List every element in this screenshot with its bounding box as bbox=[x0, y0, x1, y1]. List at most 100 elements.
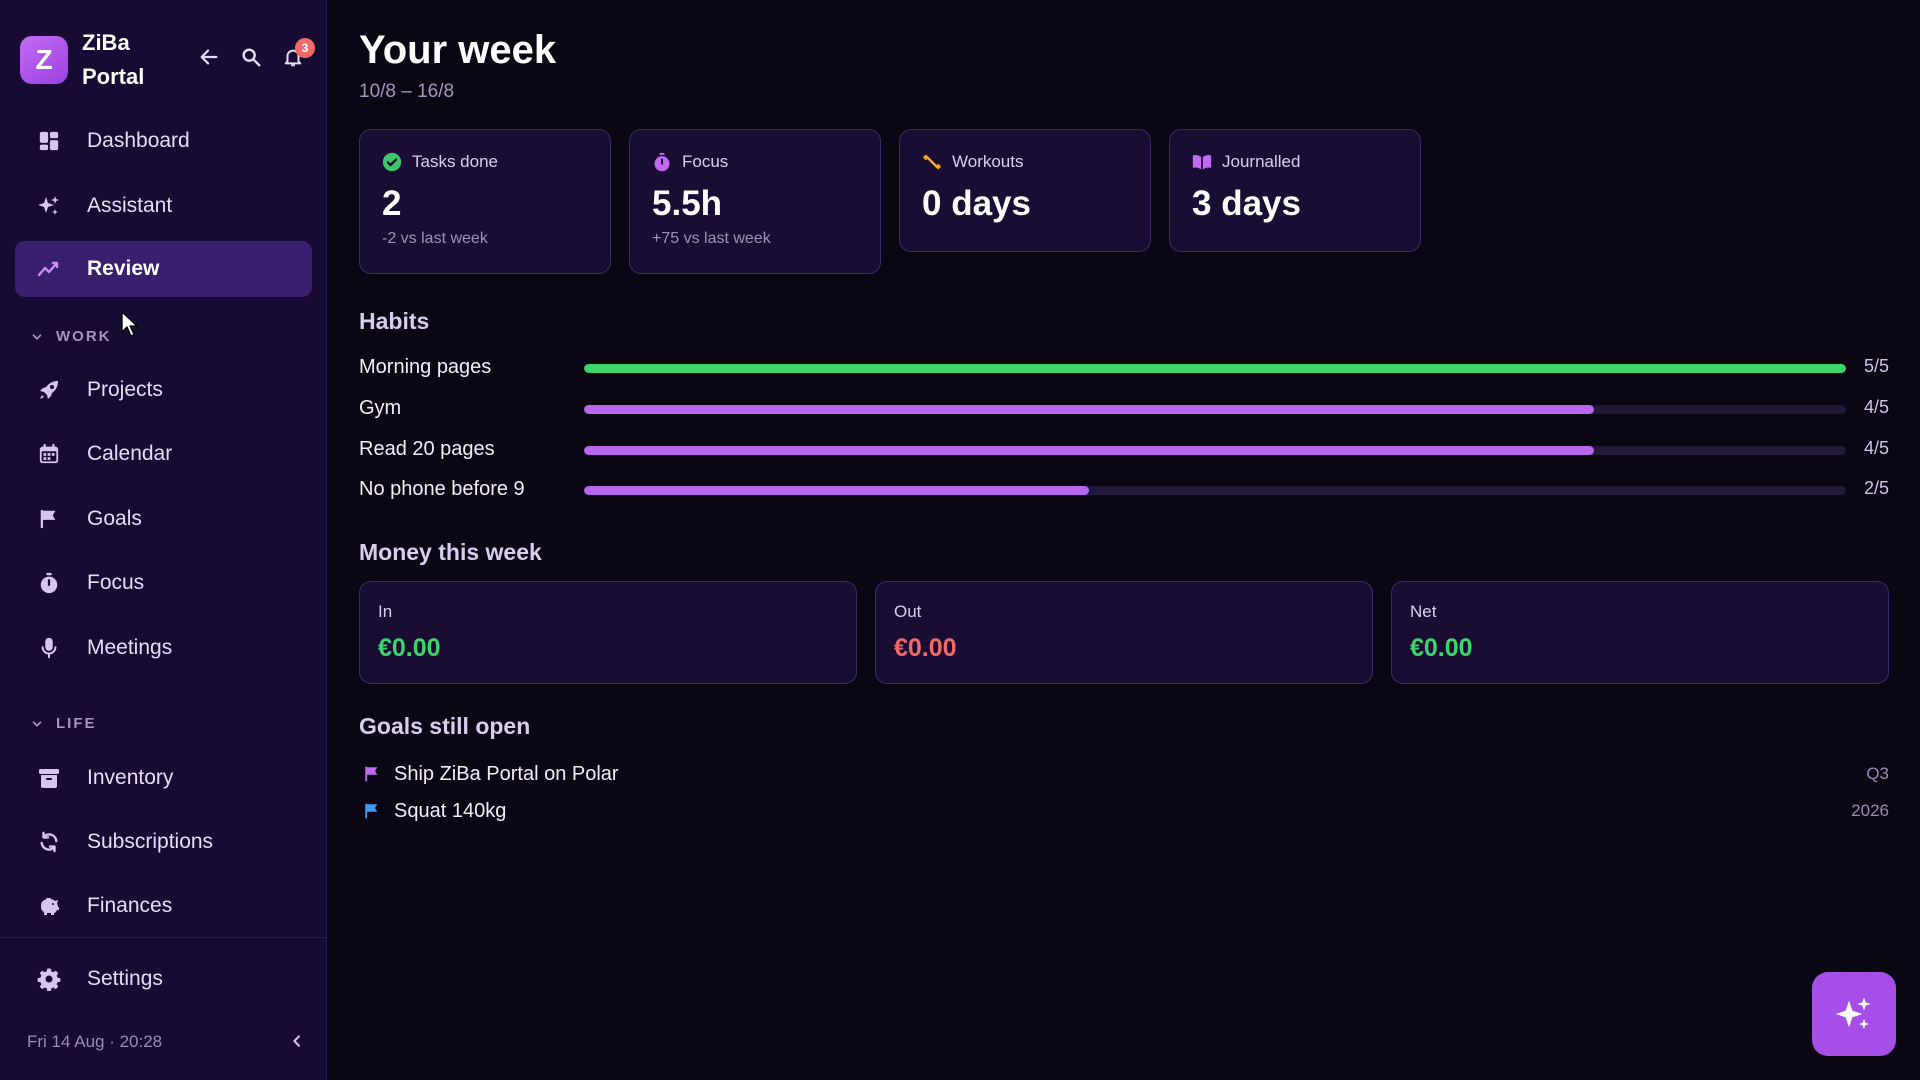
stat-value: 2 bbox=[382, 184, 402, 223]
goal-deadline: Q3 bbox=[1866, 764, 1889, 783]
money-value: €0.00 bbox=[1410, 634, 1473, 662]
bell-icon[interactable]: 3 bbox=[280, 38, 315, 70]
stat-value: 0 days bbox=[922, 184, 1031, 223]
microphone-icon bbox=[36, 635, 62, 661]
sidebar-item-label: Calendar bbox=[87, 442, 173, 465]
money-card-in: In €0.00 bbox=[359, 581, 857, 684]
trend-icon bbox=[36, 256, 62, 282]
dumbbell-icon bbox=[922, 152, 942, 172]
app-name: ZiBa Portal bbox=[82, 30, 145, 89]
sidebar-divider bbox=[0, 937, 327, 938]
sidebar-item-label: Inventory bbox=[87, 766, 174, 789]
goal-item[interactable]: Ship ZiBa Portal on Polar Q3 bbox=[359, 759, 1889, 789]
back-arrow-icon[interactable] bbox=[196, 44, 222, 70]
money-value: €0.00 bbox=[894, 634, 957, 662]
sidebar-item-calendar[interactable]: Calendar bbox=[15, 426, 312, 482]
flag-icon bbox=[362, 764, 382, 784]
sidebar-item-dashboard[interactable]: Dashboard bbox=[15, 113, 312, 169]
current-datetime: Fri 14 Aug · 20:28 bbox=[27, 1032, 163, 1051]
dashboard-icon bbox=[36, 128, 62, 154]
calendar-icon bbox=[36, 441, 62, 467]
gear-icon bbox=[36, 966, 62, 992]
money-card-net: Net €0.00 bbox=[1391, 581, 1889, 684]
sidebar-item-label: Goals bbox=[87, 507, 142, 530]
sidebar-item-label: Projects bbox=[87, 378, 163, 401]
stat-label: Focus bbox=[682, 152, 729, 171]
habit-row: Morning pages 5/5 bbox=[359, 354, 1889, 384]
book-icon bbox=[1192, 152, 1212, 172]
sidebar-item-label: Meetings bbox=[87, 636, 173, 659]
sidebar-item-projects[interactable]: Projects bbox=[15, 362, 312, 418]
habit-progress-fill bbox=[584, 446, 1594, 455]
chevron-left-icon bbox=[289, 1033, 305, 1049]
sidebar-item-label: Assistant bbox=[87, 194, 173, 217]
section-toggle-work[interactable]: WORK bbox=[30, 328, 112, 345]
sidebar-item-label: Focus bbox=[87, 571, 145, 594]
main-content: Your week 10/8 – 16/8 Tasks done 2 -2 vs… bbox=[359, 0, 1889, 1080]
habit-progress-track bbox=[584, 446, 1846, 455]
sidebar-item-assistant[interactable]: Assistant bbox=[15, 178, 312, 234]
sidebar-item-goals[interactable]: Goals bbox=[15, 491, 312, 547]
goal-deadline: 2026 bbox=[1851, 801, 1889, 820]
sidebar-item-finances[interactable]: Finances bbox=[15, 878, 312, 934]
stat-card-focus: Focus 5.5h +75 vs last week bbox=[629, 129, 881, 274]
section-label-life: LIFE bbox=[56, 715, 97, 732]
app-logo[interactable]: Z bbox=[20, 36, 68, 84]
section-label-work: WORK bbox=[56, 328, 112, 345]
money-label: Out bbox=[894, 602, 922, 621]
search-icon[interactable] bbox=[238, 44, 264, 70]
habit-name: Morning pages bbox=[359, 356, 492, 378]
goal-title: Ship ZiBa Portal on Polar bbox=[394, 762, 619, 785]
habit-count: 4/5 bbox=[1863, 397, 1889, 417]
sparkles-icon bbox=[1834, 994, 1874, 1034]
stat-card-tasks: Tasks done 2 -2 vs last week bbox=[359, 129, 611, 274]
sidebar-item-label: Subscriptions bbox=[87, 830, 214, 853]
habit-progress-track bbox=[584, 405, 1846, 414]
piggy-bank-icon bbox=[36, 893, 62, 919]
sidebar-item-review[interactable]: Review bbox=[15, 241, 312, 297]
stat-card-journalled: Journalled 3 days bbox=[1169, 129, 1421, 252]
goals-title: Goals still open bbox=[359, 713, 531, 739]
refresh-icon bbox=[36, 829, 62, 855]
mouse-cursor-icon bbox=[120, 310, 140, 343]
money-title: Money this week bbox=[359, 539, 542, 565]
sidebar-item-label: Settings bbox=[87, 967, 163, 990]
sidebar-item-label: Finances bbox=[87, 894, 173, 917]
stopwatch-icon bbox=[652, 152, 672, 172]
collapse-sidebar-button[interactable] bbox=[286, 1030, 308, 1052]
sidebar-item-settings[interactable]: Settings bbox=[15, 951, 312, 1007]
stat-label: Journalled bbox=[1222, 152, 1301, 171]
money-label: In bbox=[378, 602, 393, 621]
rocket-icon bbox=[36, 377, 62, 403]
page-title: Your week bbox=[359, 28, 557, 72]
sidebar-item-meetings[interactable]: Meetings bbox=[15, 620, 312, 676]
habit-name: Read 20 pages bbox=[359, 438, 495, 460]
check-circle-icon bbox=[382, 152, 402, 172]
goal-item[interactable]: Squat 140kg 2026 bbox=[359, 796, 1889, 826]
archive-box-icon bbox=[36, 765, 62, 791]
habits-title: Habits bbox=[359, 308, 430, 334]
goal-title: Squat 140kg bbox=[394, 799, 507, 822]
sidebar-item-inventory[interactable]: Inventory bbox=[15, 750, 312, 806]
sidebar-item-subscriptions[interactable]: Subscriptions bbox=[15, 814, 312, 870]
section-toggle-life[interactable]: LIFE bbox=[30, 715, 97, 732]
assistant-fab-button[interactable] bbox=[1812, 972, 1896, 1056]
brand[interactable]: Z ZiBa Portal bbox=[20, 26, 162, 94]
stopwatch-icon bbox=[36, 570, 62, 596]
habit-progress-fill bbox=[584, 486, 1089, 495]
money-label: Net bbox=[1410, 602, 1437, 621]
habit-row: No phone before 9 2/5 bbox=[359, 476, 1889, 506]
stat-label: Tasks done bbox=[412, 152, 498, 171]
sparkles-icon bbox=[36, 193, 62, 219]
habit-name: No phone before 9 bbox=[359, 478, 525, 500]
stat-delta: +75 vs last week bbox=[652, 230, 771, 247]
habit-count: 5/5 bbox=[1863, 356, 1889, 376]
stat-delta: -2 vs last week bbox=[382, 230, 488, 247]
money-card-out: Out €0.00 bbox=[875, 581, 1373, 684]
flag-icon bbox=[362, 801, 382, 821]
habit-row: Read 20 pages 4/5 bbox=[359, 436, 1889, 466]
sidebar: Z ZiBa Portal 3 Dashboard Assistant Revi… bbox=[0, 0, 327, 1080]
sidebar-item-focus[interactable]: Focus bbox=[15, 555, 312, 611]
stat-label: Workouts bbox=[952, 152, 1024, 171]
date-range: 10/8 – 16/8 bbox=[359, 81, 455, 102]
